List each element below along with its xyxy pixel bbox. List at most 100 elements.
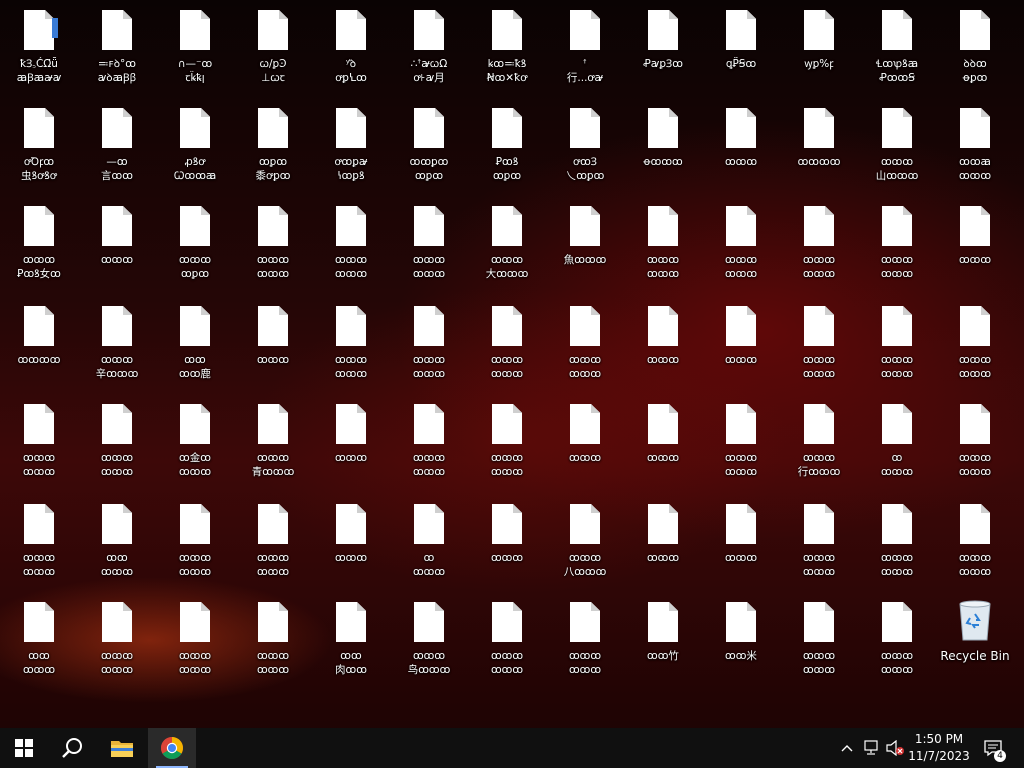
desktop-file-icon[interactable]: ꝏꝏꝏ <box>312 494 390 590</box>
desktop-file-icon[interactable]: ꝏꝏꝏ ꝏꝏꝏ <box>936 494 1014 590</box>
desktop-file-icon[interactable]: ꝏꝏꝏ ꝏꝏꝏ <box>780 592 858 688</box>
desktop-file-icon[interactable]: ꝏꝏꝏ ꝏꝏꝏ <box>780 196 858 292</box>
desktop-file-icon[interactable]: ꝏꝏꝏ ꝏꝏꝏ <box>234 592 312 688</box>
desktop-file-icon[interactable]: ꜛ 行...ꝍꜻ <box>546 0 624 96</box>
desktop-file-icon[interactable]: ꝏꝏꝏ ꝏꝏꝏ <box>858 196 936 292</box>
desktop-file-icon[interactable]: ꝏꝏꝏ ꝏꝏꝏ <box>936 296 1014 392</box>
desktop-file-icon[interactable]: ꝓꝸꝍ Ꞷꝏꝏꜳ <box>156 98 234 194</box>
desktop-file-icon[interactable]: ꝏꝏꝏ <box>624 394 702 490</box>
desktop-file-icon[interactable]: ꝏꝏꝏꝏ <box>780 98 858 194</box>
desktop-file-icon[interactable]: ꝏ ꝏꝏꝏ <box>390 494 468 590</box>
desktop-file-icon[interactable]: ꝏꝏꝏ ꝏꝏꝏ <box>156 494 234 590</box>
desktop-file-icon[interactable]: ꝏꝏꝏ ꝏꝏꝏ <box>78 394 156 490</box>
desktop-file-icon[interactable]: ꝏꝏꝏ Ꝑꝏꝸ女ꝏ <box>0 196 78 292</box>
desktop-file-icon[interactable]: ꝋꝏꝏꝏ <box>624 98 702 194</box>
volume-button[interactable] <box>884 728 906 768</box>
desktop-file-icon[interactable]: ꝏꝏꜳ ꝏꝏꝏ <box>936 98 1014 194</box>
desktop-file-icon[interactable]: ꝏꝏꝏ ꝏꝏꝏ <box>234 494 312 590</box>
desktop-file-icon[interactable]: ꝏꝏꝏ <box>702 98 780 194</box>
desktop-file-icon[interactable]: ꝏꝏꝏ <box>234 296 312 392</box>
desktop-file-icon[interactable]: ꝏꝏꝏ ꝏꝏꝏ <box>390 394 468 490</box>
search-button[interactable] <box>48 728 96 768</box>
desktop-file-icon[interactable]: ꝏꝏꝏ ꝏꝏꝏ <box>780 494 858 590</box>
desktop-file-icon[interactable]: ꝏꝏꝏ <box>78 196 156 292</box>
desktop-file-icon[interactable]: ꝏꝏꝏ 青ꝏꝏꝏ <box>234 394 312 490</box>
desktop-file-icon[interactable]: ꝏꝏ ꝏꝏꝏ <box>78 494 156 590</box>
desktop-file-icon[interactable]: ꝏꝏꝏ <box>702 296 780 392</box>
desktop-file-icon[interactable]: Ɬꝏꝕꝸꜳ ꝒꝏꝏꞨ <box>858 0 936 96</box>
desktop-file-icon[interactable]: ꝏꝏꝏ ꝏꝏꝏ <box>546 296 624 392</box>
desktop-file-icon[interactable]: ꝺꝺꝏ ꝋꝑꝏ <box>936 0 1014 96</box>
desktop-file-icon[interactable]: ꝗꝐ̈Ꞩꝏ <box>702 0 780 96</box>
desktop-file-icon[interactable]: ꝏꝏꝏ 鸟ꝏꝏꝏ <box>390 592 468 688</box>
desktop-file-icon[interactable]: ꝏꝏꝏ <box>702 494 780 590</box>
desktop-file-icon[interactable]: ꝃꝏ≕ꝁꝸ Ꞥꝏ✕ꝁꝍ <box>468 0 546 96</box>
desktop-file-icon[interactable]: ꝍꝹꝼꝏ 虫ꝸꝍꝸꝍ <box>0 98 78 194</box>
desktop-file-icon[interactable]: ꝏꝏ 肉ꝏꝏ <box>312 592 390 688</box>
network-button[interactable] <box>860 728 882 768</box>
desktop-file-icon[interactable]: ꝏꝏꝏ ꝏꝏꝏ <box>156 592 234 688</box>
desktop-file-icon[interactable]: ꝏꝏꝏ ꝏꝏꝏ <box>0 394 78 490</box>
desktop-file-icon[interactable]: ꝏꝏꝏ ꝏꝏꝏ <box>312 296 390 392</box>
desktop-file-icon[interactable]: ꝏꝑꝏ 黍ꝍꝑꝏ <box>234 98 312 194</box>
desktop-file-icon[interactable]: ꝏꝏꝏ ꝏꝏꝏ <box>468 394 546 490</box>
desktop-file-icon[interactable]: ∩—⁻ꝏ ꞇꝃ̈ꝅꞁ <box>156 0 234 96</box>
desktop-file-icon[interactable]: ꝏꝏꝏ ꝏꝏꝏ <box>780 296 858 392</box>
recycle-bin[interactable]: Recycle Bin <box>936 592 1014 688</box>
desktop-file-icon[interactable]: ꝍꝏꝑꜻ ꝇꝏꝑꝸ <box>312 98 390 194</box>
desktop-file-icon[interactable]: ꝍꝏꞫ 乀ꝏꝑꝏ <box>546 98 624 194</box>
desktop-file-icon[interactable]: ꝏꝏꝏ <box>936 196 1014 292</box>
desktop-file-icon[interactable]: ꝏꝏꝑꝏ ꝏꝑꝏ <box>390 98 468 194</box>
desktop-file-icon[interactable]: ꝒꜹꝑꞫꝏ <box>624 0 702 96</box>
desktop-file-icon[interactable]: ꝏꝏꝏ ꝏꝏꝏ <box>468 592 546 688</box>
desktop-file-icon[interactable]: ꝏꝏꝏ ꝏꝏꝏ <box>936 394 1014 490</box>
desktop-file-icon[interactable]: ꝏꝏꝏ ꝏꝏꝏ <box>468 296 546 392</box>
desktop-file-icon[interactable]: ꝏꝏꝏ ꝏꝏꝏ <box>702 394 780 490</box>
clock[interactable]: 1:50 PM 11/7/2023 <box>906 731 972 765</box>
start-button[interactable] <box>0 728 48 768</box>
desktop-file-icon[interactable]: ꝏꝏꝏ ꝏꝏꝏ <box>858 296 936 392</box>
action-center-button[interactable] <box>982 728 1004 768</box>
desktop-file-icon[interactable]: ꞷ/ꝑꜾ ⊥ꞷꞇ <box>234 0 312 96</box>
desktop-file-icon[interactable]: Ꝑꝏꝸ ꝏꝑꝏ <box>468 98 546 194</box>
desktop-file-icon[interactable]: ꝏꝏꝏ <box>546 394 624 490</box>
desktop-file-icon[interactable]: ꝏꝏꝏ ꝏꝏꝏ <box>858 494 936 590</box>
desktop-file-icon[interactable]: ꝏꝏꝏ ꝏꝏꝏ <box>390 296 468 392</box>
desktop-file-icon[interactable]: ꝏꝏꝏ ꝏꝏꝏ <box>858 592 936 688</box>
desktop-file-icon[interactable]: ꝏꝏ ꝏꝏ鹿 <box>156 296 234 392</box>
desktop-file-icon[interactable]: 魚ꝏꝏꝏ <box>546 196 624 292</box>
desktop-file-icon[interactable]: ꝏꝏ米 <box>702 592 780 688</box>
desktop-file-icon[interactable]: ꝏꝏꝏ <box>312 394 390 490</box>
desktop-file-icon[interactable]: —ꝏ 言ꝏꝏ <box>78 98 156 194</box>
desktop-file-icon[interactable]: ꝏꝏꝏ <box>624 494 702 590</box>
desktop-file-icon[interactable]: ꝏꝏꝏ <box>468 494 546 590</box>
desktop-file-icon[interactable]: ʸꜙꝺ ꝍꝑꝆꝏ <box>312 0 390 96</box>
desktop-file-icon[interactable]: ≕ꜰꝺ°ꝏ ꜹꝺꜳꞴꞵ <box>78 0 156 96</box>
desktop-file-icon[interactable]: ∴ꜛꜻꞷΩ ꝍ꜔ꜹ月 <box>390 0 468 96</box>
show-hidden-icons-button[interactable] <box>836 728 858 768</box>
chrome-button[interactable] <box>148 728 196 768</box>
desktop-file-icon[interactable]: ꝏꝏꝏ ꝏꝏꝏ <box>312 196 390 292</box>
desktop-file-icon[interactable]: ꝏꝏꝏ ꝏꝏꝏ <box>624 196 702 292</box>
desktop-file-icon[interactable]: ꝏꝏꝏ 八ꝏꝏꝏ <box>546 494 624 590</box>
desktop-file-icon[interactable]: ꝏꝏꝏꝏ <box>0 296 78 392</box>
desktop-file-icon[interactable]: ꝏꝏꝏ 辛ꝏꝏꝏ <box>78 296 156 392</box>
desktop-file-icon[interactable]: ꝏꝏꝏ 大ꝏꝏꝏ <box>468 196 546 292</box>
desktop-file-icon[interactable]: ꝏꝏꝏ 行ꝏꝏꝏ <box>780 394 858 490</box>
desktop-file-icon[interactable]: ꝏꝏ ꝏꝏꝏ <box>0 592 78 688</box>
desktop-file-icon[interactable]: ꝏꝏꝏ ꝏꝏꝏ <box>0 494 78 590</box>
desktop-file-icon[interactable]: ꝏꝏꝏ ꝏꝏꝏ <box>78 592 156 688</box>
desktop-file-icon[interactable]: ꝏ ꝏꝏꝏ <box>858 394 936 490</box>
file-explorer-button[interactable] <box>98 728 146 768</box>
desktop-file-icon[interactable]: ꝏꝏꝏ 山ꝏꝏꝏ <box>858 98 936 194</box>
desktop-file-icon[interactable]: ꝏꝏꝏ ꝏꝑꝏ <box>156 196 234 292</box>
desktop-file-icon[interactable]: ꝏꝏꝏ <box>624 296 702 392</box>
desktop-file-icon[interactable]: ꝏꝏꝏ ꝏꝏꝏ <box>546 592 624 688</box>
desktop-file-icon[interactable]: ꝏꝏꝏ ꝏꝏꝏ <box>234 196 312 292</box>
desktop-file-icon[interactable]: ꝁꞫ꜆ĆΩ̈ǖ ꜳꞴꜳꜻꜹ <box>0 0 78 96</box>
desktop-file-icon[interactable]: ꝏꝏ竹 <box>624 592 702 688</box>
desktop-file-icon[interactable]: ꝡꝑ%ꝼ <box>780 0 858 96</box>
desktop-file-icon[interactable]: ꝏꝏꝏ ꝏꝏꝏ <box>702 196 780 292</box>
desktop-file-icon[interactable]: ꝏ金ꝏ ꝏꝏꝏ <box>156 394 234 490</box>
desktop-file-icon[interactable]: ꝏꝏꝏ ꝏꝏꝏ <box>390 196 468 292</box>
